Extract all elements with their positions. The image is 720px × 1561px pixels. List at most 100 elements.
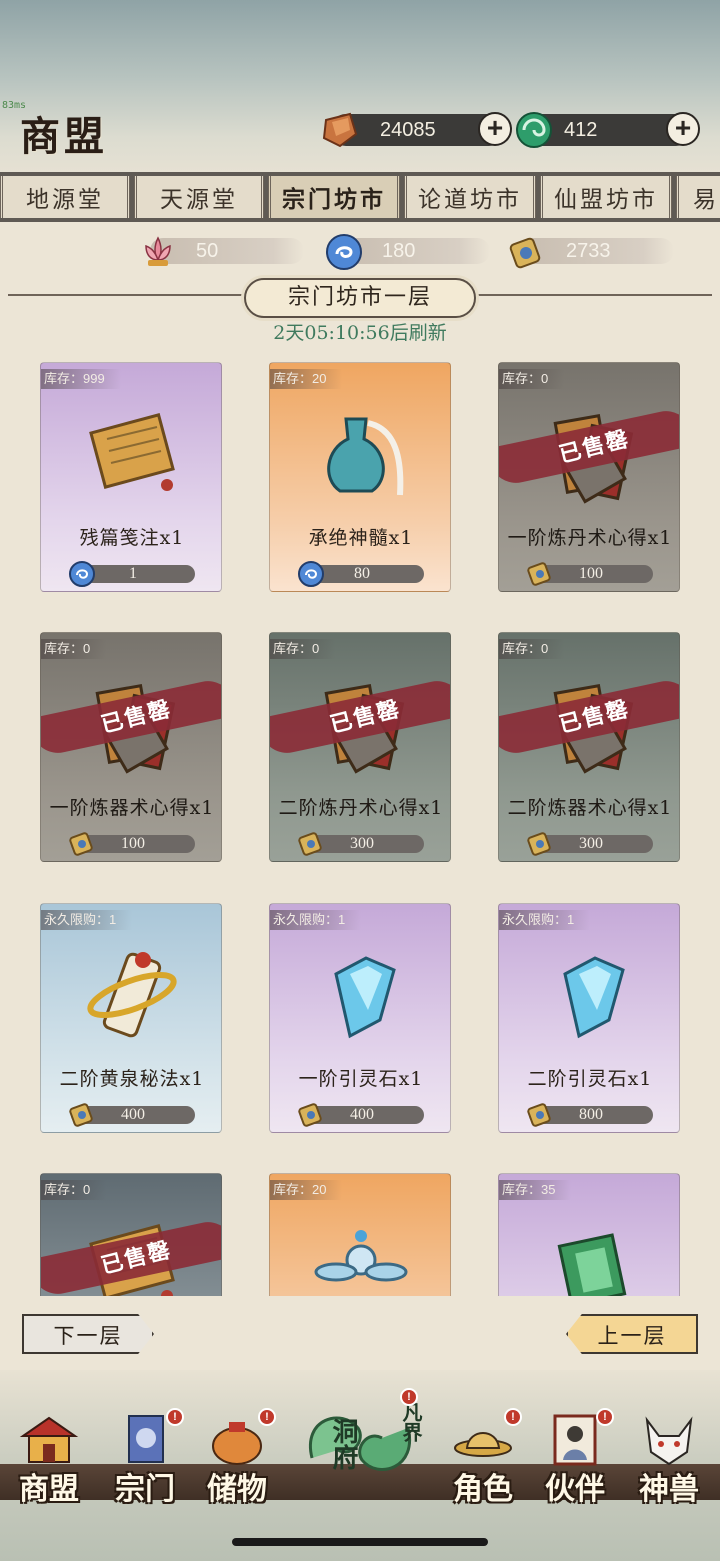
tab-sect-market[interactable]: 宗门坊市 [268,176,400,218]
crystal-icon [334,956,396,1039]
nav-item-banner[interactable]: 宗门! [100,1408,190,1508]
stock-label: 库存：0 [499,369,565,389]
shop-item-card[interactable]: 库存：0 已售罄 二阶炼丹术心得x1 300 [269,632,451,862]
nav-item-bag[interactable]: 储物! [192,1408,282,1508]
top-header [0,0,720,172]
shop-item-card[interactable]: 永久限购：1 一阶引灵石x1 400 [269,903,451,1133]
nav-label: 储物 [207,1472,267,1507]
sect-token-icon [69,1103,93,1127]
add-ore-button[interactable]: + [478,112,512,146]
nav-label: 伙伴 [545,1472,605,1507]
nav-label: 角色 [453,1472,513,1507]
shop-item-card[interactable]: 库存：0 已售罄 二阶炼器术心得x1 300 [498,632,680,862]
spirit-orb-icon [69,561,95,587]
tab-alliance-market[interactable]: 仙盟坊市 [540,176,672,218]
stock-label: 库存：0 [270,639,336,659]
cave-label: 洞府 [328,1418,358,1470]
sect-token-icon [527,1103,551,1127]
center-badge: ! [400,1388,418,1406]
nav-item-portrait[interactable]: 伙伴! [530,1408,620,1508]
price-value: 1 [129,565,137,582]
price-value: 100 [121,835,145,852]
jade-icon [516,112,552,148]
price-value: 80 [354,565,370,582]
prev-floor-button[interactable]: 上一层 [566,1314,698,1354]
item-name: 残篇笺注x1 [79,527,185,549]
ore-value: 24085 [380,118,436,141]
price-value: 400 [121,1106,145,1123]
lotus-value: 50 [196,240,219,262]
shop-item-card[interactable]: 库存：0 已售罄 一阶炼器术心得x1 100 [40,632,222,862]
shop-item-card[interactable]: 库存：20 承绝神髓x1 80 [269,362,451,592]
notification-badge: ! [596,1408,614,1426]
shop-tabs: 地源堂 天源堂 宗门坊市 论道坊市 仙盟坊市 易 [0,172,720,222]
spirit-orb-value: 180 [382,240,416,262]
home-indicator[interactable] [232,1538,488,1546]
item-grid: 库存：999 残篇笺注x1 1 库存：20 承绝神髓x1 80 库存：0 已售罄 一阶炼丹术心得… [0,350,720,1296]
notification-badge: ! [166,1408,184,1426]
stock-label: 库存：35 [499,1180,572,1200]
sect-token-icon [298,832,322,856]
tab-diyuantang[interactable]: 地源堂 [0,176,130,218]
stock-label: 永久限购：1 [41,910,133,930]
item-name: 一阶引灵石x1 [298,1068,424,1090]
price-value: 100 [579,565,603,582]
item-name: 一阶炼丹术心得x1 [507,527,673,549]
shop-item-card[interactable]: 永久限购：1 二阶引灵石x1 800 [498,903,680,1133]
stock-label: 库存：20 [270,369,343,389]
lotus-icon [145,236,171,266]
sect-token-icon [509,237,541,269]
stock-label: 永久限购：1 [499,910,591,930]
shop-item-card[interactable]: 库存：35 [498,1173,680,1296]
notification-badge: ! [504,1408,522,1426]
item-name: 二阶炼器术心得x1 [507,797,673,819]
item-name: 二阶引灵石x1 [527,1068,653,1090]
stock-label: 库存：20 [270,1180,343,1200]
flower-icon [314,1230,408,1282]
price-value: 400 [350,1106,374,1123]
stock-label: 库存：0 [41,1180,107,1200]
pavilion-icon [19,1416,79,1463]
sect-token-icon [298,1103,322,1127]
nav-label: 宗门 [115,1472,175,1507]
shop-item-card[interactable]: 永久限购：1 二阶黄泉秘法x1 400 [40,903,222,1133]
tab-trade[interactable]: 易 [676,176,720,218]
tab-tianyuantang[interactable]: 天源堂 [134,176,264,218]
next-floor-button[interactable]: 下一层 [22,1314,154,1354]
price-value: 300 [350,835,374,852]
nav-label: 商盟 [19,1472,79,1507]
add-jade-button[interactable]: + [666,112,700,146]
sect-token-icon [69,832,93,856]
stock-label: 永久限购：1 [270,910,362,930]
nav-item-pavilion[interactable]: 商盟 [4,1412,94,1508]
shop-item-card[interactable]: 库存：0 已售罄 [40,1173,222,1296]
sect-token-value: 2733 [566,240,611,262]
shop-item-card[interactable]: 库存：999 残篇笺注x1 1 [40,362,222,592]
golden-scroll-icon [87,952,177,1038]
refresh-timer: 2天05:10:56后刷新 [273,322,447,344]
vase-icon [327,417,404,496]
nav-item-hat[interactable]: 角色! [438,1408,528,1508]
scroll-icon [89,413,175,491]
shop-item-card[interactable]: 库存：0 已售罄 一阶炼丹术心得x1 100 [498,362,680,592]
green-book-icon [557,1233,627,1296]
shop-item-card[interactable]: 库存：20 [269,1173,451,1296]
floor-title: 宗门坊市一层 [244,278,476,318]
spirit-orb-icon [326,234,362,270]
jade-value: 412 [564,118,598,141]
price-value: 300 [579,835,603,852]
notification-badge: ! [258,1408,276,1426]
stock-label: 库存：999 [41,369,121,389]
spirit-orb-icon [298,561,324,587]
mortal-realm-label: 凡界 [399,1402,423,1442]
item-name: 承绝神髓x1 [308,527,414,549]
nav-item-fox[interactable]: 神兽 [624,1412,714,1508]
ore-icon [322,112,358,148]
nav-label: 神兽 [639,1472,699,1507]
item-name: 二阶黄泉秘法x1 [59,1068,205,1090]
stock-label: 库存：0 [499,639,565,659]
tab-debate-market[interactable]: 论道坊市 [404,176,536,218]
center-realm-button[interactable]: 洞府 凡界 ! [292,1388,428,1500]
shop-currency-row: 50 180 2733 [0,232,720,272]
fox-icon [645,1416,693,1466]
